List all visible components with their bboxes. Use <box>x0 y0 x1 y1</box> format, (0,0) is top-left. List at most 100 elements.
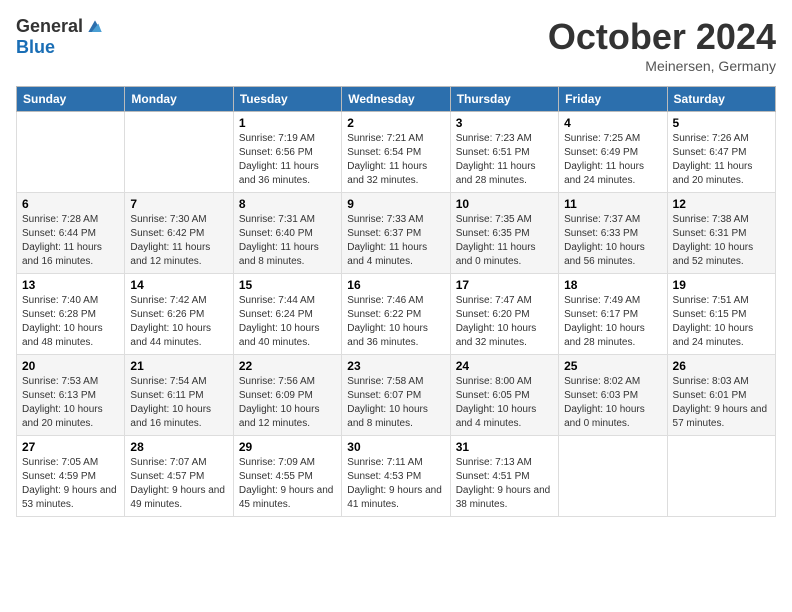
day-number: 21 <box>130 359 227 373</box>
logo-general-text: General <box>16 16 83 37</box>
day-info: Sunrise: 7:07 AM Sunset: 4:57 PM Dayligh… <box>130 456 227 512</box>
day-number: 1 <box>239 116 336 130</box>
day-number: 17 <box>456 278 553 292</box>
day-info: Sunrise: 7:38 AM Sunset: 6:31 PM Dayligh… <box>673 213 770 269</box>
day-info: Sunrise: 7:26 AM Sunset: 6:47 PM Dayligh… <box>673 132 770 188</box>
calendar-header-row: SundayMondayTuesdayWednesdayThursdayFrid… <box>17 87 776 112</box>
day-info: Sunrise: 7:21 AM Sunset: 6:54 PM Dayligh… <box>347 132 444 188</box>
day-number: 3 <box>456 116 553 130</box>
calendar-cell <box>667 436 775 517</box>
calendar-cell: 10 Sunrise: 7:35 AM Sunset: 6:35 PM Dayli… <box>450 193 558 274</box>
day-number: 23 <box>347 359 444 373</box>
calendar-cell: 11 Sunrise: 7:37 AM Sunset: 6:33 PM Dayli… <box>559 193 667 274</box>
calendar-cell: 27Sunrise: 7:05 AM Sunset: 4:59 PM Dayli… <box>17 436 125 517</box>
calendar-cell: 9 Sunrise: 7:33 AM Sunset: 6:37 PM Daylig… <box>342 193 450 274</box>
calendar-day-header: Wednesday <box>342 87 450 112</box>
calendar-cell: 4Sunrise: 7:25 AM Sunset: 6:49 PM Daylig… <box>559 112 667 193</box>
calendar-cell: 23 Sunrise: 7:58 AM Sunset: 6:07 PM Dayli… <box>342 355 450 436</box>
day-number: 8 <box>239 197 336 211</box>
day-number: 2 <box>347 116 444 130</box>
day-info: Sunrise: 7:40 AM Sunset: 6:28 PM Dayligh… <box>22 294 119 350</box>
day-number: 31 <box>456 440 553 454</box>
calendar-cell: 18 Sunrise: 7:49 AM Sunset: 6:17 PM Dayli… <box>559 274 667 355</box>
day-number: 14 <box>130 278 227 292</box>
day-info: Sunrise: 7:23 AM Sunset: 6:51 PM Dayligh… <box>456 132 553 188</box>
calendar-cell: 17 Sunrise: 7:47 AM Sunset: 6:20 PM Dayli… <box>450 274 558 355</box>
logo-blue-text: Blue <box>16 37 55 58</box>
day-info: Sunrise: 7:09 AM Sunset: 4:55 PM Dayligh… <box>239 456 336 512</box>
day-info: Sunrise: 7:56 AM Sunset: 6:09 PM Dayligh… <box>239 375 336 431</box>
calendar-cell: 31Sunrise: 7:13 AM Sunset: 4:51 PM Dayli… <box>450 436 558 517</box>
page-header: General Blue October 2024 Meinersen, Ger… <box>16 16 776 74</box>
day-number: 30 <box>347 440 444 454</box>
calendar-cell <box>17 112 125 193</box>
calendar-week-row: 13 Sunrise: 7:40 AM Sunset: 6:28 PM Dayli… <box>17 274 776 355</box>
day-number: 25 <box>564 359 661 373</box>
day-info: Sunrise: 7:49 AM Sunset: 6:17 PM Dayligh… <box>564 294 661 350</box>
calendar-cell: 6 Sunrise: 7:28 AM Sunset: 6:44 PM Daylig… <box>17 193 125 274</box>
day-info: Sunrise: 7:46 AM Sunset: 6:22 PM Dayligh… <box>347 294 444 350</box>
day-number: 20 <box>22 359 119 373</box>
day-number: 11 <box>564 197 661 211</box>
calendar-cell: 13 Sunrise: 7:40 AM Sunset: 6:28 PM Dayli… <box>17 274 125 355</box>
calendar-cell: 22Sunrise: 7:56 AM Sunset: 6:09 PM Dayli… <box>233 355 341 436</box>
title-block: October 2024 Meinersen, Germany <box>548 16 776 74</box>
day-info: Sunrise: 7:33 AM Sunset: 6:37 PM Dayligh… <box>347 213 444 269</box>
month-title: October 2024 <box>548 16 776 58</box>
day-info: Sunrise: 7:54 AM Sunset: 6:11 PM Dayligh… <box>130 375 227 431</box>
calendar-day-header: Sunday <box>17 87 125 112</box>
day-number: 4 <box>564 116 661 130</box>
calendar-cell: 28Sunrise: 7:07 AM Sunset: 4:57 PM Dayli… <box>125 436 233 517</box>
calendar-cell: 16Sunrise: 7:46 AM Sunset: 6:22 PM Dayli… <box>342 274 450 355</box>
logo-icon <box>85 17 105 37</box>
calendar-cell: 5Sunrise: 7:26 AM Sunset: 6:47 PM Daylig… <box>667 112 775 193</box>
calendar-day-header: Friday <box>559 87 667 112</box>
calendar-cell: 3 Sunrise: 7:23 AM Sunset: 6:51 PM Daylig… <box>450 112 558 193</box>
calendar-day-header: Saturday <box>667 87 775 112</box>
day-number: 13 <box>22 278 119 292</box>
calendar-cell: 30 Sunrise: 7:11 AM Sunset: 4:53 PM Dayli… <box>342 436 450 517</box>
calendar-cell: 2 Sunrise: 7:21 AM Sunset: 6:54 PM Daylig… <box>342 112 450 193</box>
calendar-cell: 7Sunrise: 7:30 AM Sunset: 6:42 PM Daylig… <box>125 193 233 274</box>
day-number: 6 <box>22 197 119 211</box>
day-info: Sunrise: 7:53 AM Sunset: 6:13 PM Dayligh… <box>22 375 119 431</box>
day-number: 27 <box>22 440 119 454</box>
calendar-cell: 8 Sunrise: 7:31 AM Sunset: 6:40 PM Daylig… <box>233 193 341 274</box>
day-info: Sunrise: 7:47 AM Sunset: 6:20 PM Dayligh… <box>456 294 553 350</box>
day-number: 26 <box>673 359 770 373</box>
calendar-cell: 12 Sunrise: 7:38 AM Sunset: 6:31 PM Dayli… <box>667 193 775 274</box>
day-number: 29 <box>239 440 336 454</box>
day-info: Sunrise: 7:42 AM Sunset: 6:26 PM Dayligh… <box>130 294 227 350</box>
calendar-cell: 29 Sunrise: 7:09 AM Sunset: 4:55 PM Dayli… <box>233 436 341 517</box>
day-info: Sunrise: 7:44 AM Sunset: 6:24 PM Dayligh… <box>239 294 336 350</box>
day-info: Sunrise: 7:37 AM Sunset: 6:33 PM Dayligh… <box>564 213 661 269</box>
calendar-cell: 20 Sunrise: 7:53 AM Sunset: 6:13 PM Dayli… <box>17 355 125 436</box>
day-info: Sunrise: 7:58 AM Sunset: 6:07 PM Dayligh… <box>347 375 444 431</box>
day-info: Sunrise: 7:19 AM Sunset: 6:56 PM Dayligh… <box>239 132 336 188</box>
day-info: Sunrise: 7:28 AM Sunset: 6:44 PM Dayligh… <box>22 213 119 269</box>
day-number: 9 <box>347 197 444 211</box>
day-info: Sunrise: 7:11 AM Sunset: 4:53 PM Dayligh… <box>347 456 444 512</box>
calendar-cell: 21 Sunrise: 7:54 AM Sunset: 6:11 PM Dayli… <box>125 355 233 436</box>
calendar-cell <box>559 436 667 517</box>
calendar-week-row: 1 Sunrise: 7:19 AM Sunset: 6:56 PM Daylig… <box>17 112 776 193</box>
day-number: 12 <box>673 197 770 211</box>
calendar-day-header: Thursday <box>450 87 558 112</box>
day-info: Sunrise: 8:02 AM Sunset: 6:03 PM Dayligh… <box>564 375 661 431</box>
calendar-table: SundayMondayTuesdayWednesdayThursdayFrid… <box>16 86 776 517</box>
day-info: Sunrise: 7:51 AM Sunset: 6:15 PM Dayligh… <box>673 294 770 350</box>
day-number: 10 <box>456 197 553 211</box>
calendar-cell: 25 Sunrise: 8:02 AM Sunset: 6:03 PM Dayli… <box>559 355 667 436</box>
calendar-day-header: Tuesday <box>233 87 341 112</box>
day-number: 18 <box>564 278 661 292</box>
day-info: Sunrise: 7:30 AM Sunset: 6:42 PM Dayligh… <box>130 213 227 269</box>
calendar-cell: 15Sunrise: 7:44 AM Sunset: 6:24 PM Dayli… <box>233 274 341 355</box>
calendar-week-row: 27Sunrise: 7:05 AM Sunset: 4:59 PM Dayli… <box>17 436 776 517</box>
calendar-day-header: Monday <box>125 87 233 112</box>
day-info: Sunrise: 7:31 AM Sunset: 6:40 PM Dayligh… <box>239 213 336 269</box>
calendar-cell: 14 Sunrise: 7:42 AM Sunset: 6:26 PM Dayli… <box>125 274 233 355</box>
day-number: 24 <box>456 359 553 373</box>
calendar-week-row: 20 Sunrise: 7:53 AM Sunset: 6:13 PM Dayli… <box>17 355 776 436</box>
day-info: Sunrise: 7:35 AM Sunset: 6:35 PM Dayligh… <box>456 213 553 269</box>
calendar-cell <box>125 112 233 193</box>
